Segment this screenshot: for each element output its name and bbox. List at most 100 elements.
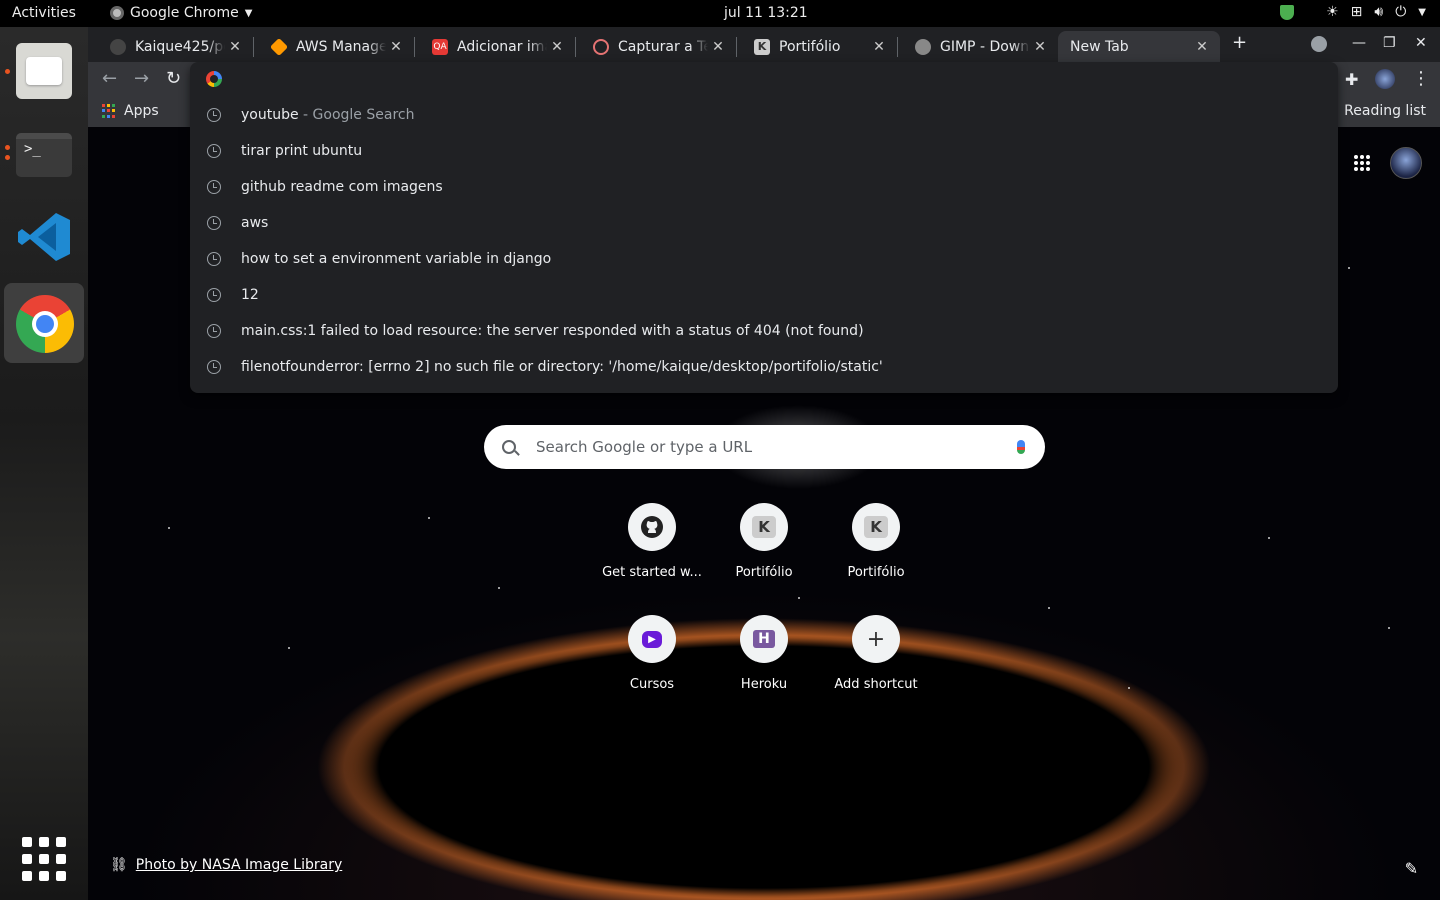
suggestion-text: github readme com imagens	[241, 179, 443, 195]
tab-title: Adicionar ima	[457, 38, 547, 55]
tab-search-button[interactable]	[1311, 36, 1327, 52]
tab-title: New Tab	[1070, 38, 1129, 55]
shortcut-label: Cursos	[629, 677, 675, 692]
shortcut-label: Add shortcut	[834, 677, 918, 692]
tab-aws[interactable]: AWS Manager ✕	[253, 31, 414, 62]
close-icon[interactable]: ✕	[1030, 39, 1050, 55]
shortcut-portfolio-2[interactable]: K Portifólio	[820, 503, 932, 580]
menu-kebab-icon[interactable]: ⋮	[1412, 68, 1430, 89]
tab-new-tab[interactable]: New Tab ✕	[1058, 31, 1220, 62]
k-icon: K	[740, 503, 788, 551]
suggestion-item[interactable]: how to set a environment variable in dja…	[190, 241, 1338, 277]
close-icon[interactable]: ✕	[386, 39, 406, 55]
back-button[interactable]: ←	[102, 68, 117, 89]
files-icon	[16, 43, 72, 99]
power-icon: ⏻	[1395, 4, 1407, 20]
terminal-icon: >_	[16, 133, 72, 177]
chevron-down-icon: ▼	[1418, 6, 1426, 18]
profile-avatar[interactable]	[1375, 69, 1395, 89]
github-icon	[110, 38, 126, 55]
gnome-top-bar: Activities Google Chrome ▼ jul 11 13:21 …	[0, 0, 1440, 27]
shortcut-label: Get started w...	[602, 565, 702, 580]
shortcut-add[interactable]: + Add shortcut	[820, 615, 932, 692]
microphone-icon[interactable]	[1017, 440, 1025, 454]
history-icon	[207, 360, 221, 374]
apps-shortcut[interactable]: Apps	[102, 103, 159, 119]
tab-gimp[interactable]: GIMP - Downl ✕	[897, 31, 1058, 62]
show-applications-button[interactable]	[22, 837, 66, 881]
close-icon[interactable]: ✕	[225, 39, 245, 55]
apps-icon	[102, 104, 116, 118]
plus-icon: +	[852, 615, 900, 663]
tab-strip: Kaique425/po ✕ AWS Manager ✕ QA Adiciona…	[88, 27, 1440, 62]
shortcut-label: Portifólio	[847, 565, 905, 580]
ntp-top-right	[1354, 147, 1422, 179]
gimp-icon	[915, 38, 931, 55]
app-menu-label: Google Chrome	[130, 5, 239, 21]
suggestion-item[interactable]: youtube - Google Search	[190, 97, 1338, 133]
google-apps-icon[interactable]	[1354, 155, 1370, 171]
shield-icon[interactable]	[1280, 4, 1295, 20]
suggestion-item[interactable]: github readme com imagens	[190, 169, 1338, 205]
new-tab-button[interactable]: +	[1232, 32, 1247, 53]
photo-credit-link[interactable]: Photo by NASA Image Library	[136, 857, 342, 873]
tab-title: Capturar a Tel	[618, 38, 708, 55]
account-avatar[interactable]	[1390, 147, 1422, 179]
extensions-icon[interactable]: ✚	[1345, 70, 1358, 89]
vscode-launcher[interactable]	[16, 209, 72, 265]
shortcut-heroku[interactable]: H Heroku	[708, 615, 820, 692]
history-icon	[207, 180, 221, 194]
customize-pencil-icon[interactable]: ✎	[1405, 859, 1418, 878]
suggestion-item[interactable]: 12	[190, 277, 1338, 313]
history-icon	[207, 144, 221, 158]
tab-capture[interactable]: Capturar a Tel ✕	[575, 31, 736, 62]
suggestion-text: filenotfounderror: [errno 2] no such fil…	[241, 359, 883, 375]
suggestion-text: youtube	[241, 107, 299, 123]
forward-button[interactable]: →	[134, 68, 149, 89]
close-icon[interactable]: ✕	[869, 39, 889, 55]
running-indicator	[5, 155, 10, 160]
suggestion-text: aws	[241, 215, 269, 231]
terminal-launcher[interactable]: >_	[16, 127, 72, 183]
close-icon[interactable]: ✕	[1192, 39, 1212, 55]
tab-portfolio[interactable]: K Portifólio ✕	[736, 31, 897, 62]
clock[interactable]: jul 11 13:21	[724, 5, 808, 21]
suggestion-item[interactable]: filenotfounderror: [errno 2] no such fil…	[190, 349, 1338, 385]
ntp-search-box[interactable]: Search Google or type a URL	[484, 425, 1045, 469]
shortcut-portfolio-1[interactable]: K Portifólio	[708, 503, 820, 580]
shortcut-get-started[interactable]: Get started w...	[596, 503, 708, 580]
suggestion-text: 12	[241, 287, 259, 303]
shortcut-cursos[interactable]: ▶ Cursos	[596, 615, 708, 692]
tab-github[interactable]: Kaique425/po ✕	[92, 31, 253, 62]
close-icon[interactable]: ✕	[547, 39, 567, 55]
close-icon[interactable]: ✕	[708, 39, 728, 55]
shortcut-label: Heroku	[740, 677, 788, 692]
minimize-button[interactable]: —	[1352, 35, 1366, 51]
search-icon	[502, 440, 516, 454]
restore-button[interactable]: ❐	[1383, 35, 1396, 51]
suggestion-text: how to set a environment variable in dja…	[241, 251, 552, 267]
k-icon: K	[852, 503, 900, 551]
history-icon	[207, 216, 221, 230]
search-placeholder: Search Google or type a URL	[536, 438, 753, 456]
suggestion-item[interactable]: tirar print ubuntu	[190, 133, 1338, 169]
reload-button[interactable]: ↻	[166, 68, 181, 89]
tab-qa[interactable]: QA Adicionar ima ✕	[414, 31, 575, 62]
suggestion-item[interactable]: aws	[190, 205, 1338, 241]
system-tray[interactable]: ☀ ⊞ 🔊︎ ⏻ ▼	[1280, 4, 1426, 20]
activities-button[interactable]: Activities	[12, 5, 76, 21]
apps-label: Apps	[124, 103, 159, 119]
capture-icon	[593, 38, 609, 55]
close-window-button[interactable]: ✕	[1415, 35, 1427, 51]
app-menu[interactable]: Google Chrome ▼	[110, 5, 252, 21]
suggestion-item[interactable]: main.css:1 failed to load resource: the …	[190, 313, 1338, 349]
history-icon	[207, 252, 221, 266]
reading-list-button[interactable]: Reading list	[1344, 103, 1426, 119]
suggestion-text: tirar print ubuntu	[241, 143, 363, 159]
chrome-small-icon	[110, 6, 124, 20]
history-icon	[207, 108, 221, 122]
chrome-icon	[16, 295, 74, 353]
photo-credit[interactable]: ⛓ Photo by NASA Image Library	[110, 857, 342, 873]
chrome-launcher[interactable]	[4, 283, 84, 363]
files-launcher[interactable]	[16, 43, 72, 99]
